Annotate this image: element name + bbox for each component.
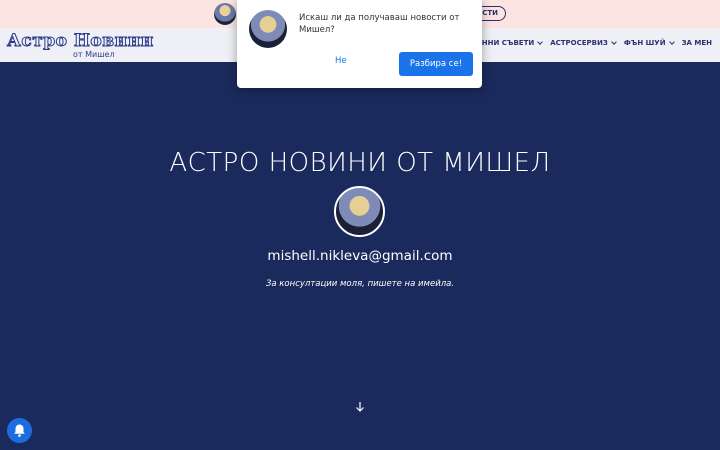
- nav-item-about[interactable]: ЗА МЕН: [682, 39, 712, 47]
- notification-bell-button[interactable]: [7, 418, 32, 443]
- chevron-down-icon: [611, 38, 617, 45]
- logo-title: Астро Новини: [7, 31, 154, 51]
- avatar: [214, 3, 236, 25]
- contact-email[interactable]: mishell.nikleva@gmail.com: [0, 248, 720, 264]
- nav-item-feng-shui[interactable]: ФЪН ШУЙ: [623, 38, 675, 47]
- logo-subtitle: от Мишел: [73, 50, 115, 59]
- page-title: АСТРО НОВИНИ ОТ МИШЕЛ: [169, 148, 551, 178]
- accept-button[interactable]: Разбира се!: [399, 52, 473, 76]
- main-nav: И ЛУННИ СЪВЕТИ АСТРОСЕРВИЗ ФЪН ШУЙ ЗА МЕ…: [457, 38, 712, 47]
- site-logo[interactable]: Астро Новини от Мишел: [7, 31, 154, 59]
- chevron-down-icon: [668, 38, 675, 45]
- notification-prompt: Искаш ли да получаваш новости от Мишел? …: [237, 0, 482, 88]
- nav-item-label: ФЪН ШУЙ: [623, 39, 666, 47]
- author-avatar: [334, 186, 385, 237]
- avatar: [249, 10, 287, 48]
- nav-item-astroservice[interactable]: АСТРОСЕРВИЗ: [550, 38, 617, 47]
- bell-icon: [14, 424, 25, 437]
- nav-item-label: АСТРОСЕРВИЗ: [550, 39, 608, 47]
- consultation-note: За консултации моля, пишете на имейла.: [265, 279, 455, 289]
- arrow-down-icon[interactable]: [353, 400, 367, 414]
- prompt-message: Искаш ли да получаваш новости от Мишел?: [299, 13, 460, 35]
- chevron-down-icon: [537, 38, 544, 45]
- hero-section: АСТРО НОВИНИ ОТ МИШЕЛ mishell.nikleva@gm…: [0, 62, 720, 450]
- nav-item-label: ЗА МЕН: [681, 39, 712, 47]
- decline-button[interactable]: Не: [335, 56, 347, 66]
